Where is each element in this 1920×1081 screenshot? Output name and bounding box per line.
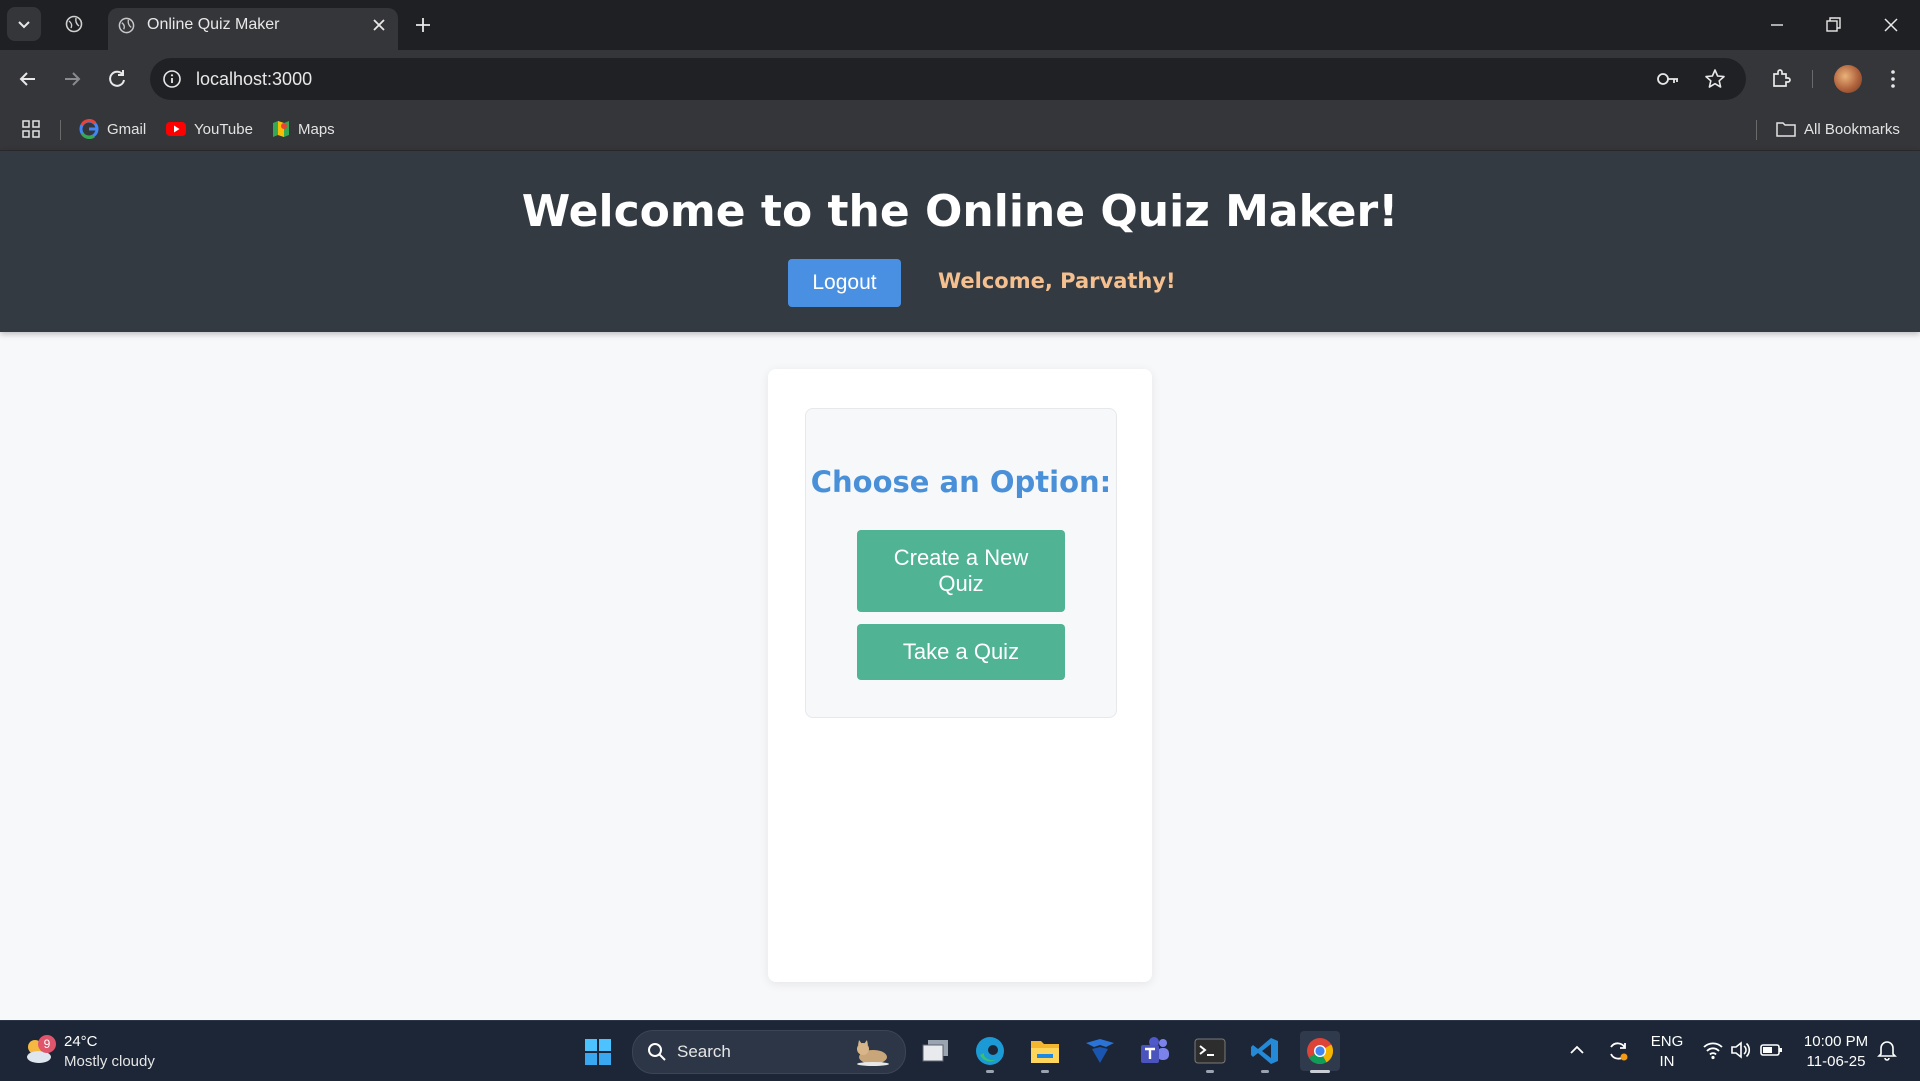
chevron-up-icon[interactable]: [1568, 1043, 1586, 1057]
welcome-user-text: Welcome, Parvathy!: [938, 269, 1176, 293]
taskbar-search[interactable]: Search: [632, 1030, 906, 1074]
bookmark-divider: [60, 120, 61, 140]
profile-avatar[interactable]: [1834, 65, 1862, 93]
folder-icon: [1776, 122, 1796, 137]
running-indicator: [1310, 1070, 1330, 1073]
address-bar[interactable]: localhost:3000: [150, 58, 1746, 100]
password-key-icon[interactable]: [1656, 69, 1680, 89]
close-tab-icon[interactable]: [370, 16, 388, 34]
search-icon: [648, 1043, 666, 1061]
chrome-icon: [1307, 1038, 1334, 1065]
minimize-icon[interactable]: [1764, 12, 1790, 38]
bookmark-youtube[interactable]: YouTube: [166, 108, 253, 150]
globe-icon: [118, 17, 135, 34]
browser-tab-bar: Online Quiz Maker: [0, 0, 1920, 50]
bookmark-label: Gmail: [107, 120, 147, 138]
vscode-icon: [1251, 1038, 1278, 1064]
browser-toolbar: localhost:3000: [0, 50, 1920, 108]
taskbar-terminal[interactable]: [1190, 1031, 1230, 1073]
battery-icon[interactable]: [1760, 1039, 1784, 1061]
bookmark-label: YouTube: [194, 120, 253, 138]
bookmarks-bar: Gmail YouTube Maps All Bookmarks: [0, 108, 1920, 151]
tab-title: Online Quiz Maker: [147, 16, 280, 33]
close-window-icon[interactable]: [1878, 12, 1904, 38]
tab-search-button[interactable]: [7, 7, 41, 41]
more-menu-icon[interactable]: [1878, 64, 1908, 94]
bookmark-star-icon[interactable]: [1704, 68, 1726, 90]
site-header: Welcome to the Online Quiz Maker! Logout…: [0, 151, 1920, 332]
url-text[interactable]: localhost:3000: [196, 58, 312, 100]
new-tab-icon[interactable]: [410, 12, 436, 38]
bookmark-gmail[interactable]: Gmail: [79, 108, 146, 150]
running-indicator: [986, 1070, 994, 1073]
take-quiz-button[interactable]: Take a Quiz: [857, 624, 1065, 680]
active-tab[interactable]: Online Quiz Maker: [108, 8, 398, 50]
search-label: Search: [677, 1042, 731, 1061]
notifications-icon[interactable]: [1876, 1039, 1898, 1061]
back-arrow-icon[interactable]: [13, 64, 43, 94]
bookmark-divider: [1756, 120, 1757, 140]
taskbar-teams[interactable]: [1135, 1031, 1175, 1071]
taskbar-chrome[interactable]: [1300, 1031, 1340, 1073]
running-indicator: [1206, 1070, 1214, 1073]
youtube-icon: [166, 122, 186, 136]
gmail-icon: [79, 119, 99, 139]
windows-taskbar: 9 24°C Mostly cloudy Search ENG IN 10:00…: [0, 1020, 1920, 1081]
options-panel: Choose an Option: Create a New Quiz Take…: [805, 408, 1117, 718]
edge-browser-icon: [976, 1037, 1004, 1065]
taskbar-edge[interactable]: [970, 1031, 1010, 1073]
tab-group-button[interactable]: [57, 7, 91, 41]
restore-icon[interactable]: [1820, 12, 1846, 38]
bird-app-icon: [1086, 1039, 1114, 1063]
time-text: 10:00 PM: [1803, 1033, 1869, 1050]
bookmark-label: Maps: [298, 120, 335, 138]
wifi-icon[interactable]: [1702, 1039, 1724, 1061]
volume-icon[interactable]: [1730, 1039, 1752, 1061]
all-bookmarks-label: All Bookmarks: [1804, 120, 1900, 138]
taskbar-task-view[interactable]: [915, 1031, 955, 1071]
toolbar-divider: [1812, 70, 1813, 88]
language-indicator[interactable]: ENG IN: [1650, 1021, 1684, 1081]
file-explorer-icon: [1031, 1041, 1059, 1063]
bookmark-maps[interactable]: Maps: [272, 108, 335, 150]
language-text: ENG: [1650, 1033, 1684, 1050]
running-indicator: [1261, 1070, 1269, 1073]
sync-icon[interactable]: [1606, 1039, 1630, 1063]
logout-button[interactable]: Logout: [788, 259, 901, 307]
chevron-down-icon: [18, 21, 30, 29]
date-text: 11-06-25: [1806, 1053, 1866, 1070]
temperature-text: 24°C: [64, 1033, 98, 1050]
running-indicator: [1041, 1070, 1049, 1073]
maps-icon: [273, 121, 289, 137]
page-title: Welcome to the Online Quiz Maker!: [521, 186, 1399, 237]
forward-arrow-icon[interactable]: [57, 64, 87, 94]
weather-widget[interactable]: 9 24°C Mostly cloudy: [20, 1029, 200, 1073]
globe-icon: [65, 15, 83, 33]
teams-icon: [1141, 1037, 1169, 1063]
weather-badge: 9: [38, 1035, 56, 1053]
main-card: Choose an Option: Create a New Quiz Take…: [768, 369, 1152, 982]
options-heading: Choose an Option:: [810, 465, 1112, 499]
region-text: IN: [1659, 1053, 1675, 1070]
taskbar-vscode[interactable]: [1245, 1031, 1285, 1073]
all-bookmarks-button[interactable]: All Bookmarks: [1776, 108, 1900, 150]
task-view-icon: [922, 1040, 948, 1062]
apps-grid-icon[interactable]: [22, 120, 40, 138]
clock[interactable]: 10:00 PM 11-06-25: [1796, 1021, 1876, 1081]
terminal-icon: [1194, 1038, 1226, 1064]
reload-icon[interactable]: [102, 64, 132, 94]
weather-condition-text: Mostly cloudy: [64, 1053, 155, 1070]
windows-start-icon[interactable]: [584, 1038, 612, 1066]
create-quiz-button[interactable]: Create a New Quiz: [857, 530, 1065, 612]
taskbar-vpn-app[interactable]: [1080, 1031, 1120, 1071]
site-info-icon[interactable]: [162, 69, 182, 89]
taskbar-file-explorer[interactable]: [1025, 1031, 1065, 1073]
extensions-puzzle-icon[interactable]: [1766, 64, 1796, 94]
search-highlight-cat-icon: [857, 1040, 889, 1066]
